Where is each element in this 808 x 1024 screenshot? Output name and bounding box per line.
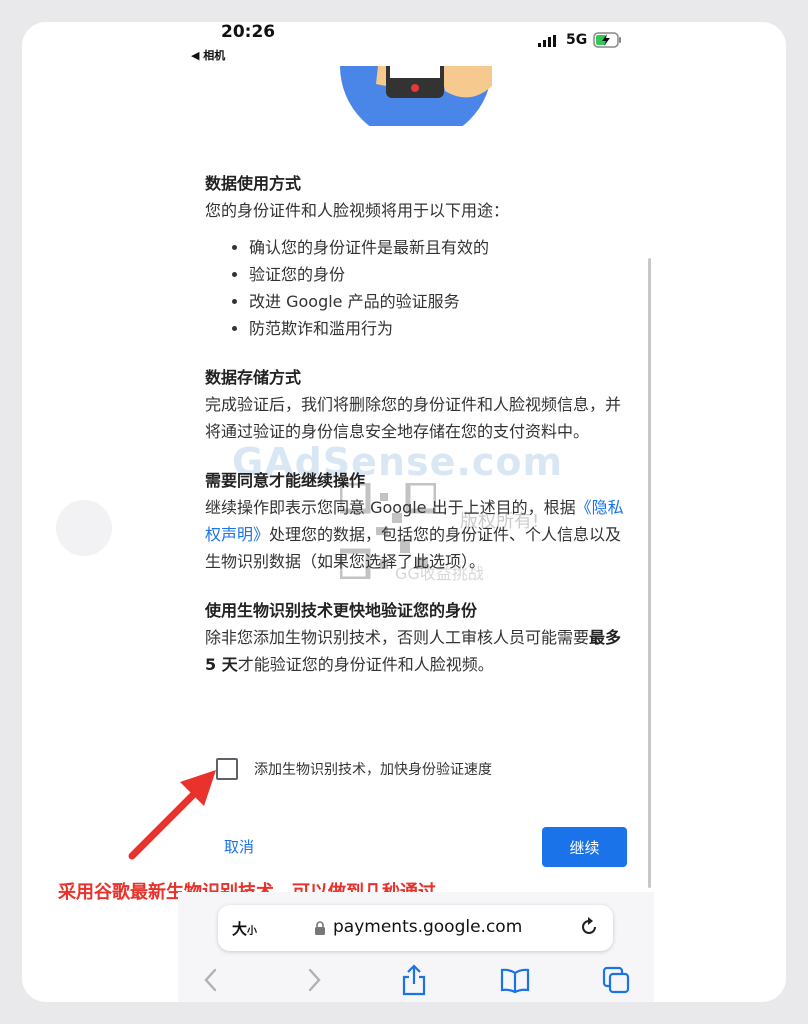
consent-body: 继续操作即表示您同意 Google 出于上述目的，根据《隐私权声明》处理您的数据…: [205, 494, 625, 575]
continue-button[interactable]: 继续: [542, 827, 627, 867]
bookmarks-icon[interactable]: [500, 968, 530, 994]
biometric-checkbox-label[interactable]: 添加生物识别技术，加快身份验证速度: [254, 759, 492, 779]
forward-arrow-icon[interactable]: [303, 966, 325, 994]
biometric-body: 除非您添加生物识别技术，否则人工审核人员可能需要最多 5 天才能验证您的身份证件…: [205, 624, 625, 678]
usage-list: 确认您的身份证件是最新且有效的 验证您的身份 改进 Google 产品的验证服务…: [205, 234, 625, 342]
biometric-section: 使用生物识别技术更快地验证您的身份 除非您添加生物识别技术，否则人工审核人员可能…: [205, 597, 625, 678]
consent-title: 需要同意才能继续操作: [205, 471, 366, 490]
biometric-title: 使用生物识别技术更快地验证您的身份: [205, 601, 478, 620]
biometric-text-after: 才能验证您的身份证件和人脸视频。: [237, 655, 494, 674]
signal-icon: [538, 35, 556, 47]
consent-section: 需要同意才能继续操作 继续操作即表示您同意 Google 出于上述目的，根据《隐…: [205, 467, 625, 575]
network-label: 5G: [566, 32, 588, 48]
scrollbar[interactable]: [648, 258, 651, 888]
usage-section: 数据使用方式 您的身份证件和人脸视频将用于以下用途： 确认您的身份证件是最新且有…: [205, 170, 625, 342]
list-item: 验证您的身份: [249, 261, 625, 288]
share-icon[interactable]: [401, 964, 427, 996]
text-size-button[interactable]: 大小: [232, 918, 257, 939]
lock-icon: [315, 921, 325, 935]
storage-section: 数据存储方式 完成验证后，我们将删除您的身份证件和人脸视频信息，并将通过验证的身…: [205, 364, 625, 445]
main-content: 数据使用方式 您的身份证件和人脸视频将用于以下用途： 确认您的身份证件是最新且有…: [205, 170, 625, 700]
consent-text-before: 继续操作即表示您同意 Google 出于上述目的，根据: [205, 498, 576, 517]
annotation-arrow-icon: [128, 770, 216, 860]
list-item: 改进 Google 产品的验证服务: [249, 288, 625, 315]
back-to-app-link[interactable]: ◀ 相机: [191, 47, 225, 63]
floating-bubble[interactable]: [56, 500, 112, 556]
tabs-icon[interactable]: [602, 966, 630, 994]
text-size-small: 小: [247, 926, 258, 937]
list-item: 防范欺诈和滥用行为: [249, 315, 625, 342]
biometric-option[interactable]: 添加生物识别技术，加快身份验证速度: [216, 758, 492, 780]
storage-body: 完成验证后，我们将删除您的身份证件和人脸视频信息，并将通过验证的身份信息安全地存…: [205, 395, 622, 441]
back-arrow-icon[interactable]: [200, 966, 222, 994]
status-time: 20:26: [221, 22, 276, 42]
face-video-illustration: [340, 66, 492, 126]
battery-charging-icon: [593, 32, 621, 48]
storage-title: 数据存储方式: [205, 368, 302, 387]
usage-title: 数据使用方式: [205, 174, 302, 193]
reload-icon[interactable]: [578, 916, 600, 938]
text-size-big: 大: [232, 920, 248, 938]
biometric-text-before: 除非您添加生物识别技术，否则人工审核人员可能需要: [205, 628, 590, 647]
list-item: 确认您的身份证件是最新且有效的: [249, 234, 625, 261]
url-text[interactable]: payments.google.com: [333, 917, 522, 937]
usage-intro: 您的身份证件和人脸视频将用于以下用途：: [205, 201, 510, 220]
